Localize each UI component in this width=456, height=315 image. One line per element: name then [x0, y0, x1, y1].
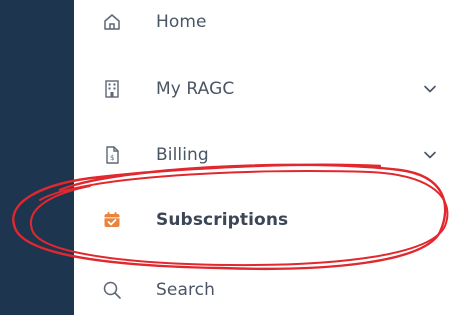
- chevron-down-icon[interactable]: [422, 147, 438, 163]
- menu-item-home[interactable]: Home: [74, 0, 456, 44]
- building-icon: [102, 79, 122, 99]
- home-icon: [102, 12, 122, 32]
- menu-item-label: Search: [156, 280, 216, 300]
- navigation-menu: Home My RAGC $ Billing Subscriptions Sea…: [74, 0, 456, 315]
- menu-item-label: Home: [156, 12, 207, 32]
- chevron-down-icon[interactable]: [422, 81, 438, 97]
- menu-item-search[interactable]: Search: [74, 268, 456, 312]
- search-icon: [102, 280, 122, 300]
- menu-item-label: My RAGC: [156, 79, 235, 99]
- dark-sidebar-strip: [0, 0, 74, 315]
- menu-item-label: Billing: [156, 145, 209, 165]
- menu-item-label: Subscriptions: [156, 210, 289, 230]
- svg-text:$: $: [110, 154, 114, 162]
- menu-item-billing[interactable]: $ Billing: [74, 133, 456, 177]
- invoice-icon: $: [102, 145, 122, 165]
- menu-item-my-ragc[interactable]: My RAGC: [74, 67, 456, 111]
- calendar-check-icon: [102, 210, 122, 230]
- menu-item-subscriptions[interactable]: Subscriptions: [74, 198, 456, 242]
